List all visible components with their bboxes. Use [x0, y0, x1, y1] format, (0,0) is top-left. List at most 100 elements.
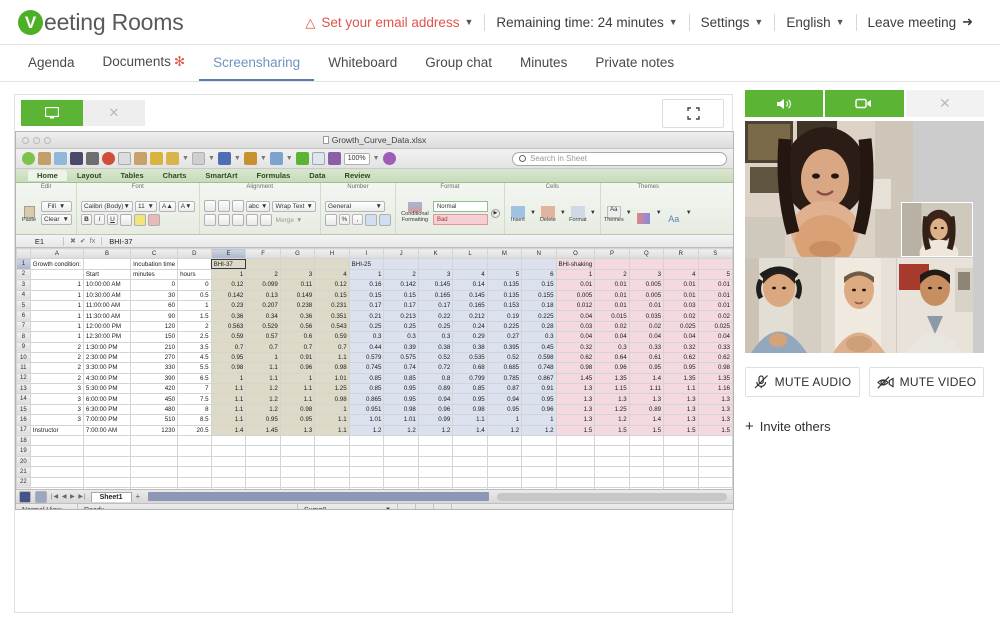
cell-F1[interactable] — [245, 258, 281, 270]
table-row[interactable]: 9 2 1:30:00 PM 210 3.5 0.7 0.7 0.7 0.7 0.44 0.39 0.… — [16, 341, 733, 353]
cell-Q16[interactable]: 1.4 — [628, 414, 665, 426]
cell-E12[interactable]: 1 — [210, 372, 247, 385]
cell-L22[interactable] — [452, 476, 488, 489]
cell-M22[interactable] — [486, 476, 523, 489]
fill-button[interactable]: Fill ▼ — [41, 201, 72, 212]
cell-B9[interactable]: 1:30:00 PM — [82, 341, 132, 353]
cell-M20[interactable] — [486, 455, 523, 468]
cell-L16[interactable]: 1.1 — [452, 414, 488, 426]
cell-N12[interactable]: 0.867 — [521, 372, 557, 385]
cell-L18[interactable] — [452, 435, 488, 447]
cell-P12[interactable]: 1.35 — [594, 372, 630, 385]
cell-J20[interactable] — [383, 455, 419, 468]
cell-Q3[interactable]: 0.005 — [628, 279, 665, 291]
leave-meeting-button[interactable]: Leave meeting ➜ — [857, 14, 984, 30]
cell-I17[interactable]: 1.2 — [348, 424, 385, 437]
new-icon[interactable] — [22, 152, 35, 165]
cell-E21[interactable] — [210, 466, 247, 478]
cell-H4[interactable]: 0.15 — [314, 289, 350, 301]
cell-O12[interactable]: 1.45 — [555, 372, 596, 385]
cell-K7[interactable]: 0.25 — [417, 320, 454, 333]
cell-L15[interactable]: 0.98 — [452, 403, 488, 416]
cell-M12[interactable]: 0.785 — [486, 372, 523, 385]
cell-E19[interactable] — [210, 445, 247, 457]
format-cells-button[interactable]: Format — [569, 202, 587, 224]
cell-B11[interactable]: 3:30:00 PM — [82, 362, 132, 374]
themes-button[interactable]: Aa Themes — [604, 202, 624, 224]
cell-E17[interactable]: 1.4 — [210, 424, 247, 437]
cell-M7[interactable]: 0.225 — [486, 320, 523, 333]
tab-whiteboard[interactable]: Whiteboard — [314, 55, 411, 81]
cell-R23[interactable] — [663, 486, 699, 489]
cell-I4[interactable]: 0.15 — [348, 289, 385, 301]
cell-N8[interactable]: 0.3 — [521, 331, 557, 343]
cell-F22[interactable] — [245, 476, 281, 489]
cell-N9[interactable]: 0.45 — [521, 341, 557, 353]
toolbox-icon[interactable] — [311, 152, 325, 165]
cell-D16[interactable]: 8.5 — [177, 414, 212, 426]
table-row[interactable]: 12 2 4:30:00 PM 390 6.5 1 1.1 1 1.01 0.85 0.85 0.8 0… — [16, 372, 733, 385]
recent-icon[interactable] — [54, 152, 67, 165]
cell-C10[interactable]: 270 — [130, 351, 179, 364]
cell-H14[interactable]: 0.98 — [314, 393, 350, 405]
cell-R10[interactable]: 0.62 — [663, 351, 699, 364]
cell-P21[interactable] — [594, 466, 630, 478]
stop-share-button[interactable]: ✕ — [83, 100, 145, 126]
cell-R1[interactable] — [663, 258, 699, 270]
status-sum[interactable]: Sum=0 ▼ — [298, 504, 398, 509]
cell-D2[interactable]: hours — [177, 268, 212, 281]
cell-B22[interactable] — [82, 476, 132, 489]
cell-A11[interactable]: 2 — [29, 362, 84, 374]
cell-K18[interactable] — [417, 435, 454, 447]
cell-M9[interactable]: 0.395 — [486, 341, 523, 353]
cell-K23[interactable] — [417, 486, 454, 489]
insert-cells-button[interactable]: Insert — [509, 202, 527, 224]
cell-R12[interactable]: 1.35 — [663, 372, 699, 385]
cell-J12[interactable]: 0.85 — [383, 372, 419, 385]
cell-F11[interactable]: 1.1 — [245, 362, 281, 374]
merge-button[interactable]: Merge ▼ — [274, 215, 305, 226]
table-row[interactable]: 1 Growth condition: Incubation time BHI-37 B… — [16, 258, 733, 270]
table-row[interactable]: 3 1 10:00:00 AM 0 0 0.12 0.099 0.11 0.12 0.16 0.14… — [16, 279, 733, 291]
cell-L11[interactable]: 0.68 — [452, 362, 488, 374]
cell-C8[interactable]: 150 — [130, 331, 179, 343]
cell-H18[interactable] — [314, 435, 350, 447]
cell-B1[interactable] — [82, 258, 132, 270]
cell-Q15[interactable]: 0.89 — [628, 403, 665, 416]
participant-bottom-3-video[interactable] — [897, 258, 973, 353]
cell-S11[interactable]: 0.98 — [697, 362, 733, 374]
cell-G4[interactable]: 0.149 — [279, 289, 316, 301]
table-row[interactable]: 10 2 2:30:00 PM 270 4.5 0.95 1 0.91 1.1 0.579 0.57… — [16, 351, 733, 364]
cell-H8[interactable]: 0.59 — [314, 331, 350, 343]
cell-R21[interactable] — [663, 466, 699, 478]
help-icon[interactable] — [382, 152, 396, 165]
row-header-9[interactable]: 9 — [16, 341, 31, 353]
cell-A4[interactable]: 1 — [29, 289, 84, 301]
cell-S7[interactable]: 0.025 — [697, 320, 733, 333]
excel-ribbon-tab-data[interactable]: Data — [300, 170, 334, 181]
row-header-8[interactable]: 8 — [16, 331, 31, 343]
cell-Q21[interactable] — [628, 466, 665, 478]
increase-decimal-icon[interactable] — [364, 213, 377, 226]
cell-A21[interactable] — [29, 466, 84, 478]
cell-K9[interactable]: 0.38 — [417, 341, 454, 353]
cell-F19[interactable] — [245, 445, 281, 457]
cell-P6[interactable]: 0.015 — [594, 310, 630, 322]
formula-builder-icon[interactable] — [295, 152, 309, 165]
table-row[interactable]: 4 1 10:30:00 AM 30 0.5 0.142 0.13 0.149 0.15 0.15… — [16, 289, 733, 301]
cell-S12[interactable]: 1.35 — [697, 372, 733, 385]
cell-C17[interactable]: 1230 — [130, 424, 179, 437]
cell-N3[interactable]: 0.15 — [521, 279, 557, 291]
shrink-font-button[interactable]: A▼ — [177, 200, 195, 212]
cell-I13[interactable]: 0.85 — [348, 383, 385, 395]
cell-Q14[interactable]: 1.3 — [628, 393, 665, 405]
cell-B23[interactable] — [82, 486, 132, 489]
cell-D20[interactable] — [177, 455, 212, 468]
cell-B20[interactable] — [82, 455, 132, 468]
cell-S9[interactable]: 0.33 — [697, 341, 733, 353]
column-header-O[interactable]: O — [555, 248, 596, 260]
zoom-caret-icon[interactable]: ▼ — [373, 155, 380, 162]
underline-button[interactable]: U — [106, 214, 118, 225]
cell-H16[interactable]: 1.1 — [314, 414, 350, 426]
filter-caret-icon[interactable]: ▼ — [286, 155, 293, 162]
